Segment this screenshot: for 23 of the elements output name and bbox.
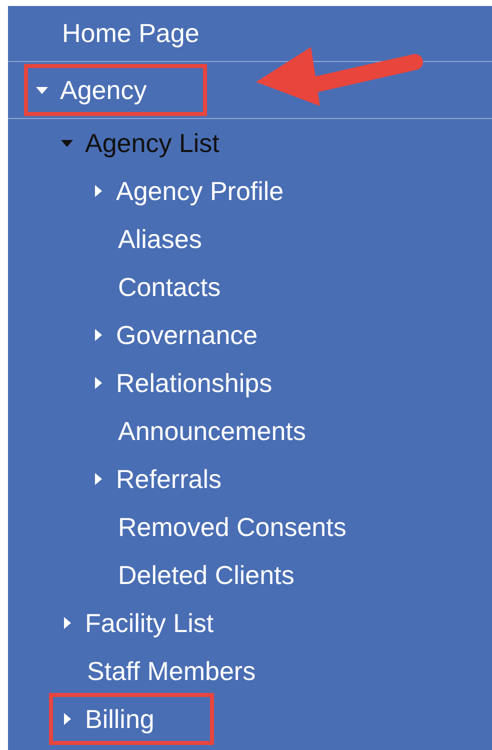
menu-item-label[interactable]: Agency Profile: [116, 172, 284, 210]
menu-item-label[interactable]: Billing: [85, 700, 154, 738]
caret-right-icon[interactable]: [64, 713, 71, 725]
menu-item-label[interactable]: Agency List: [85, 124, 220, 162]
caret-right-icon[interactable]: [95, 473, 102, 485]
menu-item-label[interactable]: Announcements: [118, 412, 306, 450]
caret-right-icon[interactable]: [95, 185, 102, 197]
menu-item-label[interactable]: Facility List: [85, 604, 214, 642]
menu-item-label[interactable]: Removed Consents: [118, 508, 346, 546]
caret-right-icon[interactable]: [95, 377, 102, 389]
caret-right-icon[interactable]: [64, 617, 71, 629]
menu-item-label[interactable]: Agency: [60, 70, 147, 110]
caret-down-icon[interactable]: [36, 86, 48, 94]
menu-item-label[interactable]: Home Page: [62, 14, 200, 53]
caret-right-icon[interactable]: [95, 329, 102, 341]
menu-item-label[interactable]: Contacts: [118, 268, 221, 306]
menu-item-label[interactable]: Referrals: [116, 460, 222, 498]
menu-item-label[interactable]: Governance: [116, 316, 258, 354]
menu-item-label[interactable]: Staff Members: [87, 652, 256, 690]
caret-down-icon[interactable]: [61, 140, 73, 146]
menu-item-label[interactable]: Aliases: [118, 220, 202, 258]
menu-item-label[interactable]: Deleted Clients: [118, 556, 294, 594]
menu-item-label[interactable]: Relationships: [116, 364, 272, 402]
